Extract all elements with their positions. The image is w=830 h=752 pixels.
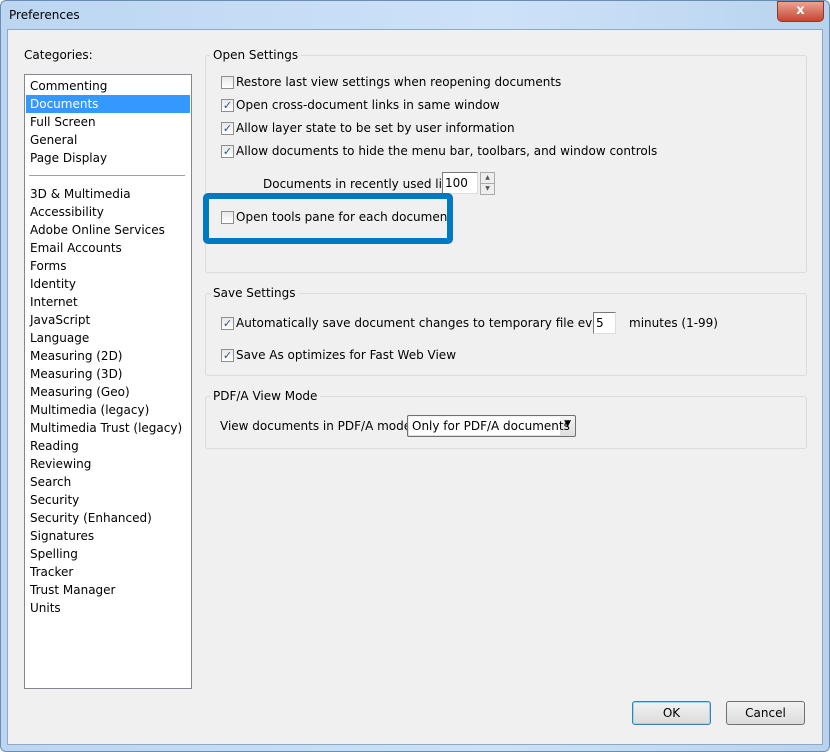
recent-list-label: Documents in recently used list: bbox=[263, 177, 457, 191]
autosave-unit: minutes (1-99) bbox=[629, 316, 718, 330]
pdfa-label: PDF/A View Mode bbox=[210, 389, 321, 403]
category-item[interactable]: Multimedia Trust (legacy) bbox=[26, 419, 190, 437]
open-option-checkbox[interactable]: ✓ bbox=[221, 122, 234, 135]
category-item[interactable]: Reading bbox=[26, 437, 190, 455]
spin-down-button[interactable]: ▼ bbox=[480, 183, 495, 195]
category-item[interactable]: Commenting bbox=[26, 77, 190, 95]
categories-label: Categories: bbox=[24, 48, 93, 62]
open-option-label: Open cross-document links in same window bbox=[236, 98, 500, 112]
pdfa-mode-label: View documents in PDF/A mode: bbox=[220, 419, 416, 433]
highlight-box bbox=[203, 193, 453, 244]
category-item[interactable]: Search bbox=[26, 473, 190, 491]
pdfa-mode-select[interactable]: Only for PDF/A documents ▼ bbox=[407, 415, 576, 437]
chevron-down-icon: ▼ bbox=[564, 419, 571, 429]
category-item[interactable]: Full Screen bbox=[26, 113, 190, 131]
category-item[interactable]: Measuring (3D) bbox=[26, 365, 190, 383]
fastweb-checkbox[interactable]: ✓ bbox=[221, 349, 234, 362]
category-item[interactable]: Internet bbox=[26, 293, 190, 311]
autosave-label: Automatically save document changes to t… bbox=[236, 316, 615, 330]
category-item[interactable]: Signatures bbox=[26, 527, 190, 545]
category-item[interactable]: JavaScript bbox=[26, 311, 190, 329]
category-item[interactable]: Reviewing bbox=[26, 455, 190, 473]
close-button[interactable]: x bbox=[777, 1, 824, 22]
category-item[interactable]: Page Display bbox=[26, 149, 190, 167]
cancel-button[interactable]: Cancel bbox=[726, 701, 805, 725]
recent-list-input[interactable]: 100 bbox=[442, 172, 478, 194]
save-settings-group bbox=[205, 293, 807, 376]
autosave-checkbox[interactable]: ✓ bbox=[221, 317, 234, 330]
category-item[interactable]: Measuring (2D) bbox=[26, 347, 190, 365]
category-item[interactable]: Accessibility bbox=[26, 203, 190, 221]
open-option-label: Allow documents to hide the menu bar, to… bbox=[236, 144, 658, 158]
category-item[interactable]: Email Accounts bbox=[26, 239, 190, 257]
category-item[interactable]: Multimedia (legacy) bbox=[26, 401, 190, 419]
open-option-checkbox[interactable] bbox=[221, 76, 234, 89]
categories-list[interactable]: Commenting Documents Full Screen General Pag… bbox=[24, 74, 192, 689]
category-item[interactable]: General bbox=[26, 131, 190, 149]
open-option-checkbox[interactable]: ✓ bbox=[221, 145, 234, 158]
category-item[interactable]: Units bbox=[26, 599, 190, 617]
open-option-label: Allow layer state to be set by user info… bbox=[236, 121, 515, 135]
window-title: Preferences bbox=[9, 8, 80, 22]
category-item[interactable]: Language bbox=[26, 329, 190, 347]
category-item[interactable]: Identity bbox=[26, 275, 190, 293]
category-item[interactable]: Documents bbox=[26, 95, 190, 113]
categories-separator bbox=[29, 175, 185, 176]
save-settings-label: Save Settings bbox=[210, 286, 299, 300]
category-item[interactable]: Forms bbox=[26, 257, 190, 275]
category-item[interactable]: Adobe Online Services bbox=[26, 221, 190, 239]
category-item[interactable]: Spelling bbox=[26, 545, 190, 563]
pdfa-mode-value: Only for PDF/A documents bbox=[409, 417, 570, 435]
open-option-checkbox[interactable]: ✓ bbox=[221, 99, 234, 112]
open-settings-label: Open Settings bbox=[210, 48, 302, 62]
category-item[interactable]: Tracker bbox=[26, 563, 190, 581]
category-item[interactable]: Trust Manager bbox=[26, 581, 190, 599]
autosave-minutes-input[interactable]: 5 bbox=[593, 312, 616, 334]
category-item[interactable]: Security (Enhanced) bbox=[26, 509, 190, 527]
open-option-label: Restore last view settings when reopenin… bbox=[236, 75, 562, 89]
category-item[interactable]: 3D & Multimedia bbox=[26, 185, 190, 203]
category-item[interactable]: Measuring (Geo) bbox=[26, 383, 190, 401]
fastweb-label: Save As optimizes for Fast Web View bbox=[236, 348, 457, 362]
category-item[interactable]: Security bbox=[26, 491, 190, 509]
ok-button[interactable]: OK bbox=[632, 701, 711, 725]
